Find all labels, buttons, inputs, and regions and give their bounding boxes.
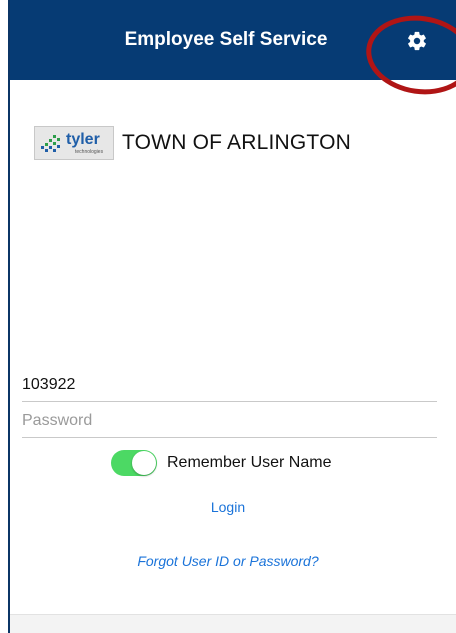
organization-name: TOWN OF ARLINGTON <box>122 131 351 154</box>
branding-row: tyler technologies TOWN OF ARLINGTON <box>34 126 351 160</box>
app-header: Employee Self Service <box>10 0 456 80</box>
logo-text: tyler <box>66 131 100 148</box>
remember-label: Remember User Name <box>167 454 332 471</box>
gear-icon <box>408 31 426 51</box>
logo-subtext: technologies <box>75 149 104 155</box>
settings-button[interactable] <box>402 26 432 56</box>
remember-toggle[interactable] <box>111 450 157 476</box>
header-title: Employee Self Service <box>124 29 328 50</box>
forgot-credentials-link[interactable]: Forgot User ID or Password? <box>0 553 456 569</box>
login-screen: Employee Self Service tyler technologies… <box>0 0 456 633</box>
footer-bar <box>10 614 456 633</box>
left-border-line <box>8 0 10 633</box>
login-button[interactable]: Login <box>0 499 456 515</box>
left-margin <box>0 0 8 633</box>
remember-row: Remember User Name <box>111 450 331 476</box>
tyler-mark-icon <box>41 135 60 152</box>
tyler-logo: tyler technologies <box>34 126 114 160</box>
username-input[interactable] <box>22 368 437 402</box>
toggle-knob <box>132 451 156 475</box>
password-input[interactable] <box>22 404 437 438</box>
